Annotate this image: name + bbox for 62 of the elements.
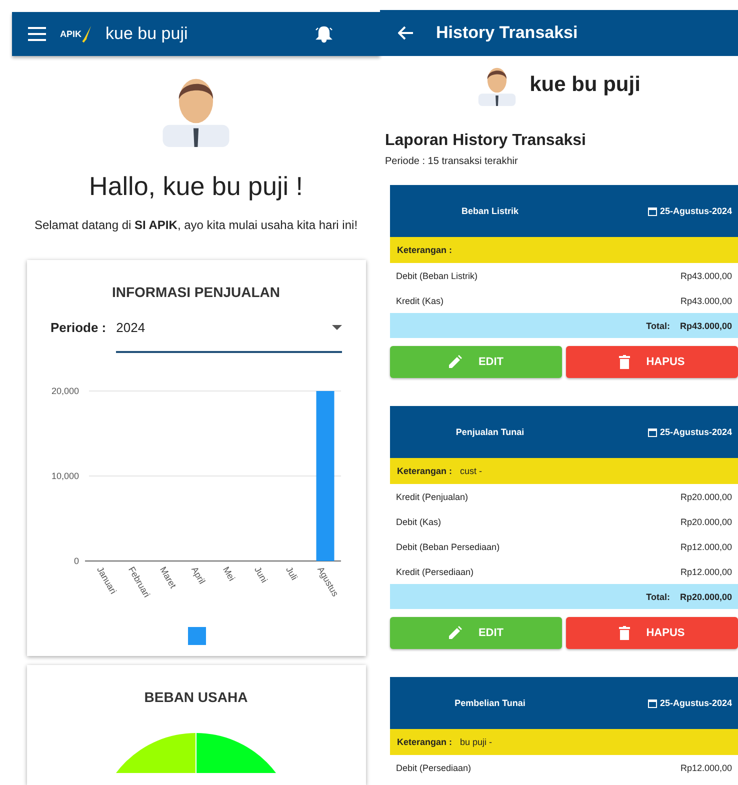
welcome-text: Selamat datang di SI APIK, ayo kita mulai usaha kita hari ini! [34, 218, 358, 232]
account-name: Debit (Persediaan) [396, 762, 472, 772]
x-tick-label: Juli [284, 565, 300, 582]
delete-button[interactable]: HAPUS [566, 346, 738, 378]
bell-icon[interactable] [314, 24, 334, 44]
card-title: BEBAN USAHA [144, 689, 248, 705]
report-title: Laporan History Transaksi [385, 132, 587, 150]
calendar-icon [648, 428, 657, 436]
amount-value: Rp12.000,00 [680, 542, 732, 552]
transaction-date: 25-Agustus-2024 [660, 206, 732, 216]
calendar-icon [648, 206, 657, 216]
note-text: cust - [460, 466, 482, 476]
transaction-title: Beban Listrik [460, 206, 520, 216]
x-tick-label: Mei [221, 565, 237, 583]
account-name: Kredit (Persediaan) [396, 566, 474, 576]
note-label: Keterangan : [397, 245, 452, 255]
y-tick-label: 0 [74, 556, 79, 566]
edit-button[interactable]: EDIT [390, 617, 562, 649]
note-label: Keterangan : [397, 737, 452, 747]
period-dropdown[interactable]: 2024 [116, 314, 342, 353]
total-value: Rp43.000,00 [680, 320, 732, 330]
amount-value: Rp12.000,00 [680, 762, 732, 772]
report-period: Periode : 15 transaksi terakhir [385, 156, 519, 167]
total-label: Total: [646, 320, 670, 330]
trash-icon [619, 626, 630, 640]
amount-value: Rp12.000,00 [680, 566, 732, 576]
edit-button[interactable]: EDIT [390, 346, 562, 378]
amount-value: Rp43.000,00 [680, 296, 732, 306]
app-title: kue bu puji [106, 24, 188, 44]
note-text: bu puji - [460, 737, 492, 747]
delete-button[interactable]: HAPUS [566, 617, 738, 649]
card-title: INFORMASI PENJUALAN [112, 284, 280, 300]
account-name: Debit (Beban Listrik) [396, 270, 478, 280]
amount-value: Rp20.000,00 [680, 516, 732, 526]
account-name: Debit (Beban Persediaan) [396, 542, 500, 552]
menu-icon[interactable] [28, 27, 46, 41]
account-name: Debit (Kas) [396, 516, 442, 526]
transaction-date: 25-Agustus-2024 [660, 427, 732, 437]
account-name: Kredit (Penjualan) [396, 492, 468, 502]
account-name: Kredit (Kas) [396, 296, 444, 306]
trash-icon [619, 355, 630, 369]
profile-name: kue bu puji [530, 73, 640, 97]
total-label: Total: [646, 592, 670, 602]
y-tick-label: 20,000 [51, 386, 79, 396]
greeting-heading: Hallo, kue bu puji ! [89, 171, 303, 202]
amount-value: Rp43.000,00 [680, 270, 732, 280]
pencil-icon [448, 355, 462, 369]
y-tick-label: 10,000 [51, 471, 79, 481]
app-title: History Transaksi [436, 23, 578, 43]
total-value: Rp20.000,00 [680, 592, 732, 602]
note-label: Keterangan : [397, 466, 452, 476]
calendar-icon [648, 698, 657, 708]
back-arrow-icon[interactable] [398, 26, 414, 40]
caret-icon [332, 325, 342, 330]
period-label: Periode : [50, 319, 106, 335]
legend-swatch [188, 627, 206, 645]
pencil-icon [448, 626, 462, 640]
amount-value: Rp20.000,00 [680, 492, 732, 502]
logo-text: APIK [60, 29, 82, 39]
transaction-date: 25-Agustus-2024 [660, 698, 732, 708]
transaction-title: Penjualan Tunai [454, 427, 526, 437]
transaction-title: Pembelian Tunai [454, 698, 526, 708]
